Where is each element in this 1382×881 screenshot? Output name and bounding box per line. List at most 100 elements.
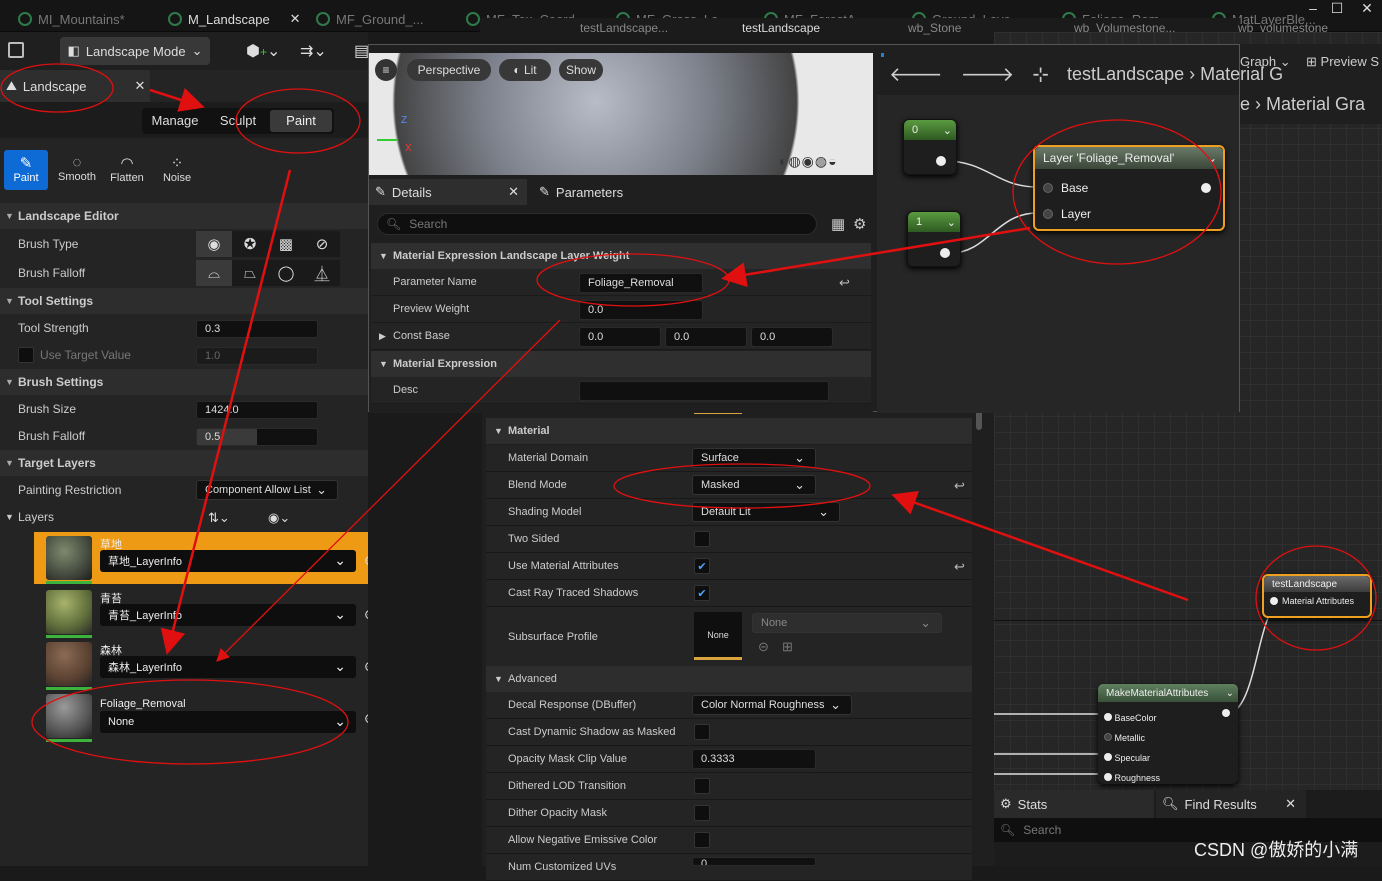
- target-layers-section[interactable]: ▼ Target Layers: [0, 450, 368, 476]
- result-node[interactable]: testLandscape Material Attributes: [1262, 574, 1372, 618]
- component-brush-icon[interactable]: ⊘: [304, 231, 340, 257]
- smooth-tool-button[interactable]: ◌ Smooth: [54, 154, 100, 183]
- tab-parameters[interactable]: ✎ Parameters: [535, 179, 685, 205]
- manage-mode-button[interactable]: Manage: [144, 110, 206, 132]
- pin-icon[interactable]: [1270, 597, 1278, 605]
- material-expression-section[interactable]: ▼ Material Expression: [371, 351, 871, 377]
- tab-landscape[interactable]: ⛰ Landscape ✕: [0, 70, 150, 102]
- show-button[interactable]: Show: [559, 59, 603, 81]
- eye-icon[interactable]: ◉⌄: [268, 510, 290, 526]
- menu-icon[interactable]: ≡: [375, 59, 397, 81]
- pin-icon[interactable]: [1043, 209, 1053, 219]
- use-material-attributes-checkbox[interactable]: ✔: [694, 558, 710, 574]
- brush-size-field[interactable]: 1424.0: [196, 401, 318, 419]
- alpha-brush-icon[interactable]: ✪: [232, 231, 268, 257]
- landscape-layer-weight-section[interactable]: ▼ Material Expression Landscape Layer Wei…: [371, 243, 871, 269]
- cast-dynamic-shadow-checkbox[interactable]: [694, 724, 710, 740]
- preview-weight-field[interactable]: 0.0: [579, 300, 703, 320]
- smooth-falloff-icon[interactable]: ⌓: [196, 260, 232, 286]
- opacity-mask-clip-field[interactable]: 0.3333: [692, 749, 816, 769]
- reset-icon[interactable]: ↩: [839, 275, 850, 291]
- tab-stats[interactable]: ⚙ Stats: [994, 790, 1154, 818]
- tab-mi-mountains[interactable]: MI_Mountains*: [18, 6, 125, 32]
- painting-restriction-dropdown[interactable]: Component Allow List ⌄: [196, 480, 338, 500]
- pin-icon[interactable]: [1104, 753, 1112, 761]
- hierarchy-icon[interactable]: ⊹: [1032, 62, 1049, 87]
- browse-folder-icon[interactable]: ⊞: [782, 639, 793, 655]
- layer-foliage-removal-node[interactable]: Layer 'Foliage_Removal' ⌄ Base Layer: [1033, 145, 1225, 231]
- const-base-b-field[interactable]: 0.0: [751, 327, 833, 347]
- close-window-icon[interactable]: ✕: [1354, 0, 1380, 16]
- subsurface-profile-dropdown[interactable]: None ⌄: [752, 613, 942, 633]
- desc-field[interactable]: [579, 381, 829, 401]
- add-actor-icon[interactable]: ⬢+⌄: [246, 41, 280, 61]
- layer-info-dropdown[interactable]: 森林_LayerInfo ⌄: [100, 656, 356, 678]
- tip-falloff-icon[interactable]: ⏅: [304, 260, 340, 286]
- tab-m-landscape[interactable]: M_Landscape ✕: [168, 6, 301, 32]
- preview-shape-icons[interactable]: ◐◍◉◍◒: [779, 153, 838, 170]
- layer-info-dropdown[interactable]: 草地_LayerInfo ⌄: [100, 550, 356, 572]
- subtab[interactable]: testLandscape: [742, 21, 820, 35]
- subtab[interactable]: wb_Stone: [908, 21, 961, 35]
- tool-strength-field[interactable]: 0.3: [196, 320, 318, 338]
- output-pin-icon[interactable]: [1222, 709, 1230, 717]
- maximize-icon[interactable]: ☐: [1324, 0, 1350, 16]
- dithered-lod-checkbox[interactable]: [694, 778, 710, 794]
- preview-button[interactable]: ⊞ Preview S: [1306, 54, 1379, 70]
- paint-tool-button[interactable]: ✎ Paint: [4, 150, 48, 190]
- pin-icon[interactable]: [1104, 733, 1112, 741]
- blueprint-icon[interactable]: ⇉⌄: [300, 41, 327, 61]
- close-icon[interactable]: ✕: [135, 78, 146, 94]
- constant-node-1[interactable]: 1 ⌄: [907, 211, 961, 267]
- const-base-r-field[interactable]: 0.0: [579, 327, 661, 347]
- dither-opacity-mask-checkbox[interactable]: [694, 805, 710, 821]
- paint-mode-button[interactable]: Paint: [270, 110, 332, 132]
- minimize-icon[interactable]: –: [1300, 0, 1326, 16]
- parameter-name-field[interactable]: Foliage_Removal: [579, 273, 703, 293]
- make-material-attributes-node[interactable]: MakeMaterialAttributes ⌄ BaseColor Metall…: [1098, 684, 1238, 784]
- tab-find-results[interactable]: 🔍︎ Find Results ✕: [1156, 790, 1306, 818]
- tool-settings-section[interactable]: ▼ Tool Settings: [0, 288, 368, 314]
- table-view-icon[interactable]: ▦: [831, 215, 845, 233]
- brush-falloff-field[interactable]: 0.5: [196, 428, 318, 446]
- flatten-tool-button[interactable]: ◠ Flatten: [104, 154, 150, 184]
- reset-icon[interactable]: ↩: [954, 559, 965, 575]
- spherical-falloff-icon[interactable]: ◯: [268, 260, 304, 286]
- pin-icon[interactable]: [1104, 773, 1112, 781]
- subtab[interactable]: testLandscape...: [580, 21, 668, 35]
- lit-button[interactable]: ◐ Lit: [499, 59, 551, 81]
- scrollbar-thumb[interactable]: [976, 410, 982, 430]
- allow-negative-emissive-checkbox[interactable]: [694, 832, 710, 848]
- material-domain-dropdown[interactable]: Surface ⌄: [692, 448, 816, 468]
- shading-model-dropdown[interactable]: Default Lit ⌄: [692, 502, 840, 522]
- blend-mode-dropdown[interactable]: Masked ⌄: [692, 475, 816, 495]
- noise-tool-button[interactable]: ⁘ Noise: [154, 154, 200, 184]
- layer-info-dropdown[interactable]: None ⌄: [100, 711, 356, 733]
- crumb[interactable]: Material Gra: [1266, 94, 1365, 114]
- sculpt-mode-button[interactable]: Sculpt: [208, 110, 268, 132]
- subsurface-profile-thumbnail[interactable]: None: [694, 612, 742, 660]
- two-sided-checkbox[interactable]: [694, 531, 710, 547]
- linear-falloff-icon[interactable]: ⏢: [232, 260, 268, 286]
- brush-settings-section[interactable]: ▼ Brush Settings: [0, 369, 368, 395]
- output-pin-icon[interactable]: [940, 248, 950, 258]
- num-customized-uvs-field[interactable]: 0: [692, 857, 816, 866]
- pattern-brush-icon[interactable]: ▩: [268, 231, 304, 257]
- landscape-mode-dropdown[interactable]: ◧ Landscape Mode ⌄: [60, 37, 210, 65]
- gear-icon[interactable]: ⚙: [853, 215, 866, 233]
- forward-arrow-icon[interactable]: 🡒: [961, 62, 1015, 87]
- material-section[interactable]: ▼ Material: [486, 418, 972, 444]
- use-target-checkbox[interactable]: [18, 347, 34, 363]
- pin-icon[interactable]: [1043, 183, 1053, 193]
- pin-icon[interactable]: [1104, 713, 1112, 721]
- reset-icon[interactable]: ↩: [954, 478, 965, 494]
- details-search-input[interactable]: 🔍︎ Search: [377, 213, 817, 235]
- cinematics-icon[interactable]: ▤: [354, 41, 369, 61]
- advanced-section[interactable]: ▼ Advanced: [486, 666, 972, 692]
- crumb[interactable]: Material G: [1200, 64, 1283, 84]
- tab-mf-ground[interactable]: MF_Ground_...: [316, 6, 423, 32]
- circle-brush-icon[interactable]: ◉: [196, 231, 232, 257]
- constant-node-0[interactable]: 0 ⌄: [903, 119, 957, 175]
- back-arrow-icon[interactable]: 🡐: [889, 62, 943, 87]
- save-icon[interactable]: [8, 42, 24, 58]
